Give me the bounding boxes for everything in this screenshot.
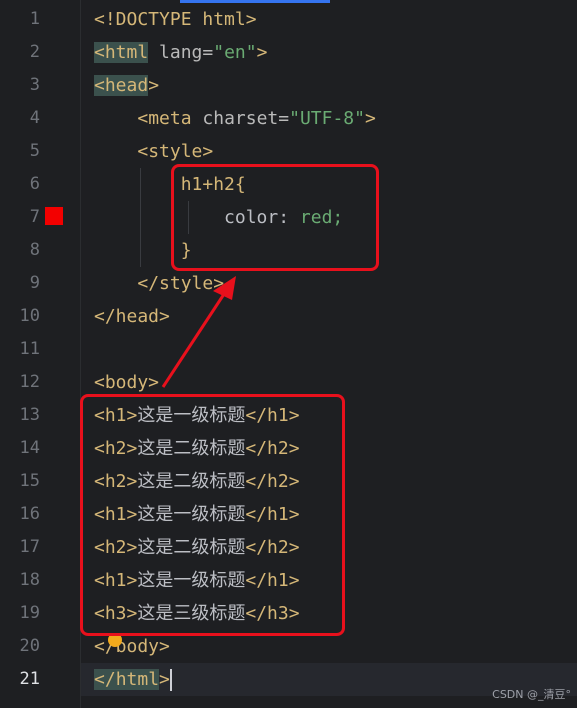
- tag-name: html: [115, 669, 160, 690]
- annotation-box-headings: [80, 394, 345, 636]
- code-line-10[interactable]: </head>: [94, 300, 577, 333]
- tag-open-bracket: </: [94, 669, 116, 690]
- tag-close-bracket: >: [159, 669, 170, 690]
- code-line-3[interactable]: <head>: [94, 69, 577, 102]
- line-number-active: 21: [19, 669, 40, 689]
- code-line-4[interactable]: <meta charset="UTF-8">: [94, 102, 577, 135]
- code-line-2[interactable]: <html lang="en">: [94, 36, 577, 69]
- body-open-tag: <body>: [94, 372, 160, 393]
- line-number: 7: [29, 207, 40, 227]
- line-number: 14: [19, 438, 40, 458]
- line-number: 6: [29, 174, 40, 194]
- style-close-tag: </style>: [137, 273, 225, 294]
- line-number: 16: [19, 504, 40, 524]
- code-editor[interactable]: 1 2 3 4 5 6 7 8 9 10 11 12 13 14 15 16 1…: [0, 0, 577, 708]
- breakpoint-icon[interactable]: [45, 207, 63, 225]
- line-number: 1: [29, 9, 40, 29]
- line-number: 9: [29, 273, 40, 293]
- tag-open-bracket: <: [137, 108, 149, 129]
- head-close-tag: </head>: [94, 306, 170, 327]
- body-close-tag: </body>: [94, 636, 170, 657]
- line-number: 12: [19, 372, 40, 392]
- doctype: <!DOCTYPE html>: [94, 9, 257, 30]
- watermark: CSDN @_清豆°: [492, 688, 571, 701]
- tag-close-bracket: >: [148, 75, 160, 96]
- tag-name: head: [104, 75, 149, 96]
- attribute-value: "en": [213, 42, 257, 63]
- line-number: 20: [19, 636, 40, 656]
- line-number: 15: [19, 471, 40, 491]
- tag-name: html: [104, 42, 149, 63]
- code-line-1[interactable]: <!DOCTYPE html>: [94, 3, 577, 36]
- code-line-9[interactable]: </style>: [94, 267, 577, 300]
- tag-close-bracket: >: [256, 42, 268, 63]
- line-number: 2: [29, 42, 40, 62]
- line-number: 5: [29, 141, 40, 161]
- attribute: charset=: [191, 108, 290, 129]
- line-number: 17: [19, 537, 40, 557]
- line-number: 3: [29, 75, 40, 95]
- attribute-value: "UTF-8": [289, 108, 365, 129]
- tag-open-bracket: <: [94, 75, 105, 96]
- style-open-tag: <style>: [137, 141, 214, 162]
- text-caret: [169, 669, 172, 691]
- line-number: 10: [19, 306, 40, 326]
- line-number: 18: [19, 570, 40, 590]
- tag-name: meta: [148, 108, 192, 129]
- attribute: lang=: [148, 42, 214, 63]
- tag-open-bracket: <: [94, 42, 105, 63]
- line-number: 4: [29, 108, 40, 128]
- tag-close-bracket: >: [364, 108, 376, 129]
- annotation-box-css-rule: [171, 164, 379, 271]
- line-number: 8: [29, 240, 40, 260]
- line-number: 19: [19, 603, 40, 623]
- line-number: 13: [19, 405, 40, 425]
- line-number: 11: [19, 339, 40, 359]
